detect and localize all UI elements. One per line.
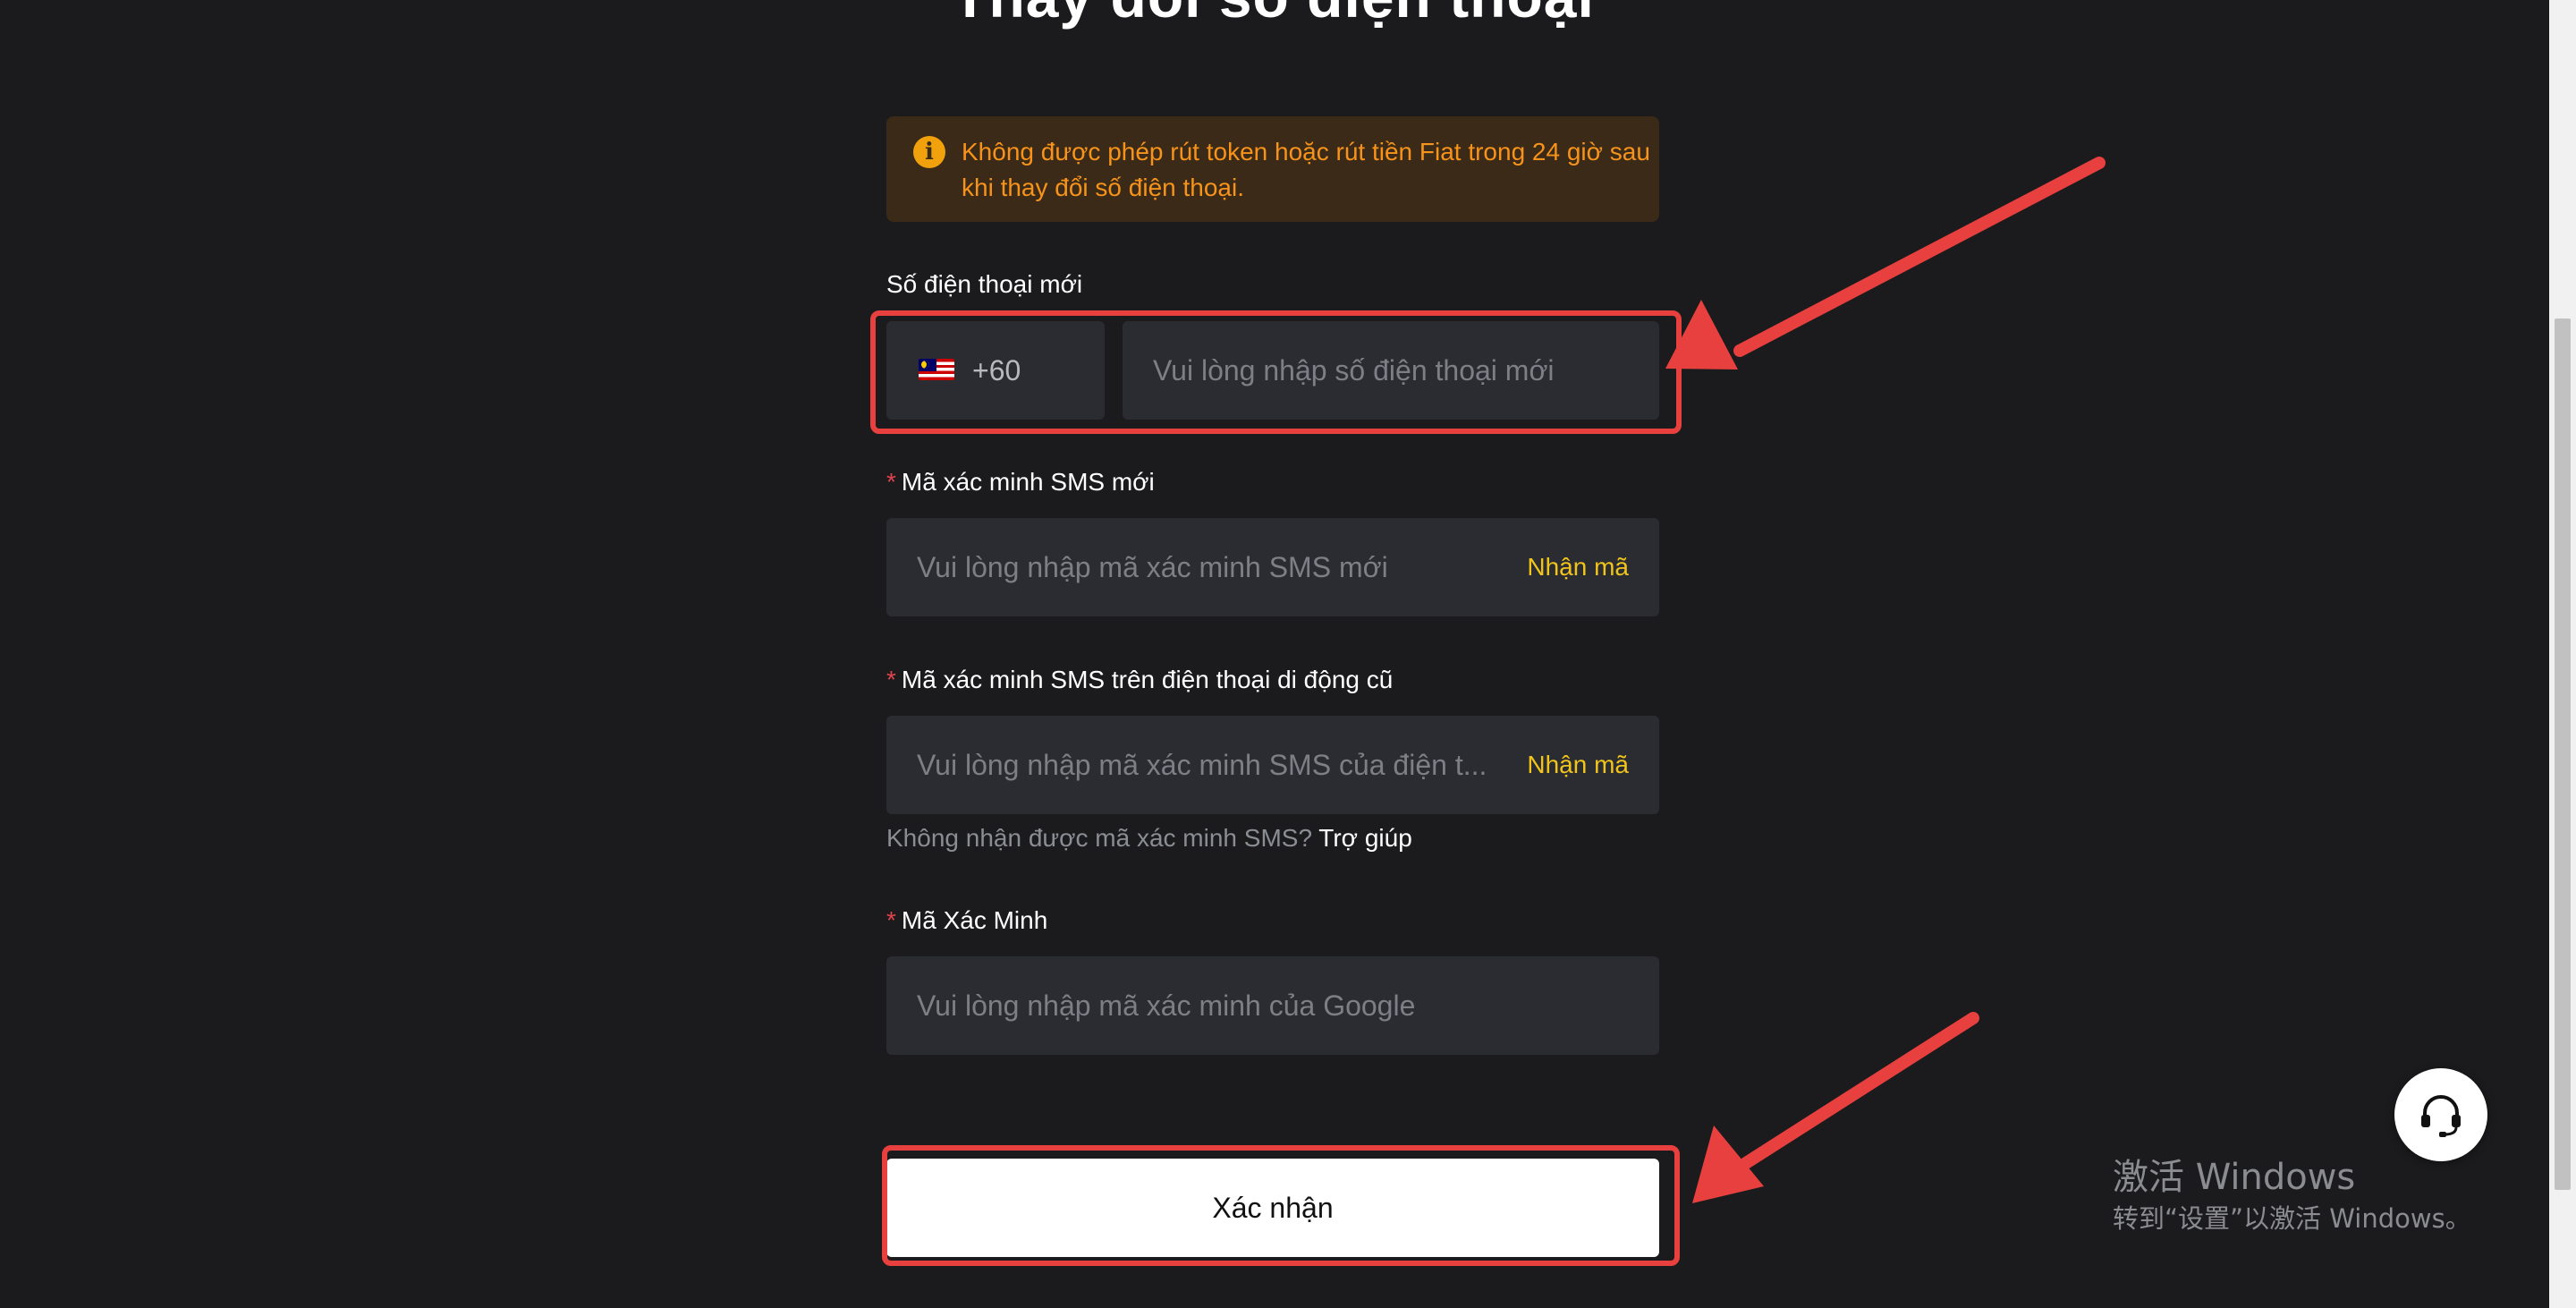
required-mark: * [886,666,896,693]
google-code-placeholder: Vui lòng nhập mã xác minh của Google [917,989,1416,1022]
sms-help-line: Không nhận được mã xác minh SMS? Trợ giú… [886,824,1412,853]
dial-code: +60 [972,354,1021,386]
warning-text: Không được phép rút token hoặc rút tiền … [962,138,1650,201]
old-sms-code-input[interactable]: Vui lòng nhập mã xác minh SMS của điện t… [886,716,1659,814]
new-phone-label: Số điện thoại mới [886,270,1083,298]
google-code-input[interactable]: Vui lòng nhập mã xác minh của Google [886,956,1659,1055]
warning-notice: i Không được phép rút token hoặc rút tiề… [886,116,1659,222]
required-mark: * [886,906,896,934]
old-sms-placeholder: Vui lòng nhập mã xác minh SMS của điện t… [917,749,1487,781]
new-phone-input[interactable]: Vui lòng nhập số điện thoại mới [1123,321,1659,420]
new-sms-label-text: Mã xác minh SMS mới [901,468,1155,496]
annotation-arrow-top [1665,157,2106,369]
required-mark: * [886,468,896,496]
annotation-arrow-bottom [1692,1012,1979,1203]
page-scrollbar[interactable] [2549,0,2576,1308]
new-phone-placeholder: Vui lòng nhập số điện thoại mới [1153,354,1555,386]
country-code-selector[interactable]: +60 [886,321,1105,420]
windows-activation-hint: 转到“设置”以激活 Windows。 [2113,1203,2471,1234]
phone-input-group: +60 Vui lòng nhập số điện thoại mới [886,321,1659,420]
malaysia-flag-icon [919,359,954,380]
sms-help-text: Không nhận được mã xác minh SMS? [886,824,1313,852]
old-sms-label-text: Mã xác minh SMS trên điện thoại di động … [901,666,1394,693]
new-sms-placeholder: Vui lòng nhập mã xác minh SMS mới [917,551,1388,583]
customer-support-button[interactable] [2394,1068,2487,1161]
headset-icon [2421,1095,2461,1137]
windows-activation-watermark: 激活 Windows 转到“设置”以激活 Windows。 [2113,1154,2471,1236]
page-title: Thay đổi số điện thoại [0,0,2546,30]
windows-activation-title: 激活 Windows [2113,1157,2356,1198]
info-icon: i [913,136,945,168]
scrollbar-thumb[interactable] [2555,319,2571,1190]
get-new-sms-code-button[interactable]: Nhận mã [1527,518,1629,616]
help-link[interactable]: Trợ giúp [1318,824,1411,852]
new-sms-code-input[interactable]: Vui lòng nhập mã xác minh SMS mới Nhận m… [886,518,1659,616]
google-code-label: * Mã Xác Minh [886,906,1047,935]
confirm-button[interactable]: Xác nhận [886,1159,1659,1257]
old-sms-label: * Mã xác minh SMS trên điện thoại di động… [886,666,1393,694]
get-old-sms-code-button[interactable]: Nhận mã [1527,716,1629,814]
google-code-label-text: Mã Xác Minh [901,906,1048,934]
new-sms-label: * Mã xác minh SMS mới [886,468,1155,497]
